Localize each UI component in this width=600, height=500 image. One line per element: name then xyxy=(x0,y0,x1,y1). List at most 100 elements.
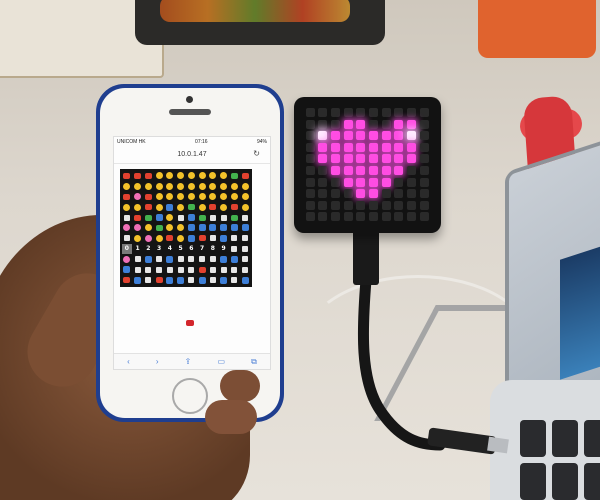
emoji-cell[interactable] xyxy=(230,234,240,243)
emoji-cell[interactable] xyxy=(230,171,240,180)
emoji-number-key[interactable]: 2 xyxy=(144,244,154,253)
emoji-cell[interactable] xyxy=(240,255,250,264)
emoji-cell[interactable] xyxy=(154,234,164,243)
emoji-cell[interactable] xyxy=(154,181,164,190)
emoji-cell[interactable] xyxy=(240,181,250,190)
emoji-cell[interactable] xyxy=(240,192,250,201)
emoji-cell[interactable] xyxy=(144,181,154,190)
emoji-cell[interactable] xyxy=(230,223,240,232)
emoji-cell[interactable] xyxy=(176,181,186,190)
reload-icon[interactable]: ↻ xyxy=(253,149,260,158)
emoji-cell[interactable] xyxy=(187,223,197,232)
emoji-cell[interactable] xyxy=(122,255,132,264)
emoji-cell[interactable] xyxy=(165,171,175,180)
emoji-cell[interactable] xyxy=(176,223,186,232)
emoji-cell[interactable] xyxy=(240,244,250,253)
emoji-cell[interactable] xyxy=(230,181,240,190)
emoji-cell[interactable] xyxy=(176,255,186,264)
emoji-cell[interactable] xyxy=(219,181,229,190)
emoji-cell[interactable] xyxy=(133,181,143,190)
emoji-cell[interactable] xyxy=(165,255,175,264)
emoji-number-key[interactable]: 5 xyxy=(176,244,186,253)
emoji-cell[interactable] xyxy=(197,181,207,190)
emoji-cell[interactable] xyxy=(208,202,218,211)
emoji-cell[interactable] xyxy=(122,181,132,190)
emoji-cell[interactable] xyxy=(154,265,164,274)
emoji-cell[interactable] xyxy=(165,265,175,274)
emoji-cell[interactable] xyxy=(133,234,143,243)
emoji-cell[interactable] xyxy=(122,276,132,285)
emoji-cell[interactable] xyxy=(230,255,240,264)
emoji-cell[interactable] xyxy=(187,192,197,201)
emoji-cell[interactable] xyxy=(187,255,197,264)
emoji-cell[interactable] xyxy=(154,171,164,180)
emoji-cell[interactable] xyxy=(154,255,164,264)
emoji-cell[interactable] xyxy=(197,234,207,243)
emoji-number-key[interactable]: 7 xyxy=(197,244,207,253)
emoji-cell[interactable] xyxy=(176,276,186,285)
emoji-cell[interactable] xyxy=(219,202,229,211)
emoji-cell[interactable] xyxy=(197,202,207,211)
emoji-cell[interactable] xyxy=(208,213,218,222)
emoji-cell[interactable] xyxy=(144,234,154,243)
emoji-cell[interactable] xyxy=(230,276,240,285)
emoji-cell[interactable] xyxy=(144,265,154,274)
emoji-cell[interactable] xyxy=(187,171,197,180)
emoji-cell[interactable] xyxy=(144,276,154,285)
emoji-number-key[interactable]: 1 xyxy=(133,244,143,253)
emoji-cell[interactable] xyxy=(230,244,240,253)
emoji-cell[interactable] xyxy=(154,202,164,211)
emoji-cell[interactable] xyxy=(240,171,250,180)
emoji-cell[interactable] xyxy=(154,223,164,232)
emoji-cell[interactable] xyxy=(240,202,250,211)
emoji-cell[interactable] xyxy=(230,192,240,201)
tabs-icon[interactable]: ⧉ xyxy=(251,357,257,367)
emoji-cell[interactable] xyxy=(144,202,154,211)
emoji-cell[interactable] xyxy=(240,276,250,285)
emoji-cell[interactable] xyxy=(219,234,229,243)
emoji-cell[interactable] xyxy=(240,213,250,222)
emoji-cell[interactable] xyxy=(197,171,207,180)
emoji-cell[interactable] xyxy=(219,223,229,232)
emoji-cell[interactable] xyxy=(176,202,186,211)
emoji-cell[interactable] xyxy=(187,234,197,243)
emoji-cell[interactable] xyxy=(240,265,250,274)
back-icon[interactable]: ‹ xyxy=(127,357,130,366)
share-icon[interactable]: ⇪ xyxy=(185,357,192,366)
emoji-cell[interactable] xyxy=(165,223,175,232)
emoji-cell[interactable] xyxy=(219,265,229,274)
emoji-cell[interactable] xyxy=(144,171,154,180)
emoji-cell[interactable] xyxy=(208,171,218,180)
emoji-number-key[interactable]: 0 xyxy=(122,244,132,254)
emoji-cell[interactable] xyxy=(208,265,218,274)
emoji-cell[interactable] xyxy=(197,192,207,201)
emoji-cell[interactable] xyxy=(133,171,143,180)
emoji-number-key[interactable]: 3 xyxy=(154,244,164,253)
emoji-cell[interactable] xyxy=(133,265,143,274)
emoji-cell[interactable] xyxy=(219,255,229,264)
emoji-cell[interactable] xyxy=(187,276,197,285)
emoji-cell[interactable] xyxy=(154,192,164,201)
emoji-cell[interactable] xyxy=(208,255,218,264)
emoji-picker-grid[interactable]: 0123456789 xyxy=(120,169,252,287)
emoji-cell[interactable] xyxy=(187,181,197,190)
emoji-cell[interactable] xyxy=(197,276,207,285)
emoji-cell[interactable] xyxy=(187,265,197,274)
emoji-cell[interactable] xyxy=(165,276,175,285)
emoji-cell[interactable] xyxy=(219,276,229,285)
emoji-cell[interactable] xyxy=(187,202,197,211)
emoji-cell[interactable] xyxy=(197,255,207,264)
emoji-cell[interactable] xyxy=(122,223,132,232)
emoji-cell[interactable] xyxy=(154,276,164,285)
home-button[interactable] xyxy=(172,378,208,414)
emoji-cell[interactable] xyxy=(122,265,132,274)
emoji-cell[interactable] xyxy=(230,265,240,274)
address-bar[interactable]: 10.0.1.47 ↻ xyxy=(114,146,270,164)
emoji-number-key[interactable]: 4 xyxy=(165,244,175,253)
emoji-cell[interactable] xyxy=(122,192,132,201)
emoji-cell[interactable] xyxy=(230,202,240,211)
emoji-cell[interactable] xyxy=(133,202,143,211)
emoji-cell[interactable] xyxy=(122,234,132,243)
emoji-cell[interactable] xyxy=(187,213,197,222)
emoji-number-key[interactable]: 9 xyxy=(219,244,229,253)
